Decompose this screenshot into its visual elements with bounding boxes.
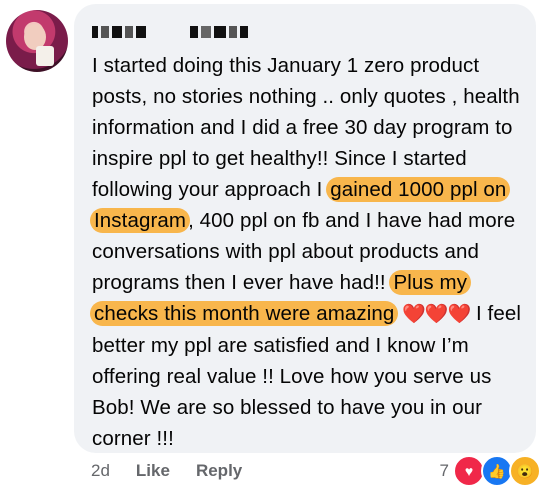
hearts-emoji: ❤️❤️❤️ (402, 304, 471, 325)
redaction-block (125, 26, 133, 38)
comment-text: I started doing this January 1 zero prod… (90, 50, 532, 454)
redaction-block (112, 26, 122, 38)
redaction-block (214, 26, 226, 38)
redaction-block (190, 26, 198, 38)
redaction-block (229, 26, 237, 38)
reaction-count: 7 (439, 461, 449, 480)
reply-button[interactable]: Reply (196, 461, 242, 481)
comment-footer: 2d Like Reply (91, 461, 242, 481)
avatar[interactable] (6, 10, 68, 72)
comment-bubble: I started doing this January 1 zero prod… (74, 4, 536, 453)
avatar-cup (36, 46, 54, 66)
redaction-block (240, 26, 248, 38)
redaction-block (136, 26, 146, 38)
redacted-author-name[interactable] (92, 26, 248, 38)
wow-icon: 😮 (509, 455, 541, 487)
like-button[interactable]: Like (136, 461, 170, 481)
redaction-block (201, 26, 211, 38)
redaction-gap (149, 26, 187, 38)
timestamp[interactable]: 2d (91, 461, 110, 481)
redaction-block (101, 26, 109, 38)
reactions-summary[interactable]: 7 ♥ 👍 😮 (440, 455, 541, 487)
redaction-block (92, 26, 98, 38)
